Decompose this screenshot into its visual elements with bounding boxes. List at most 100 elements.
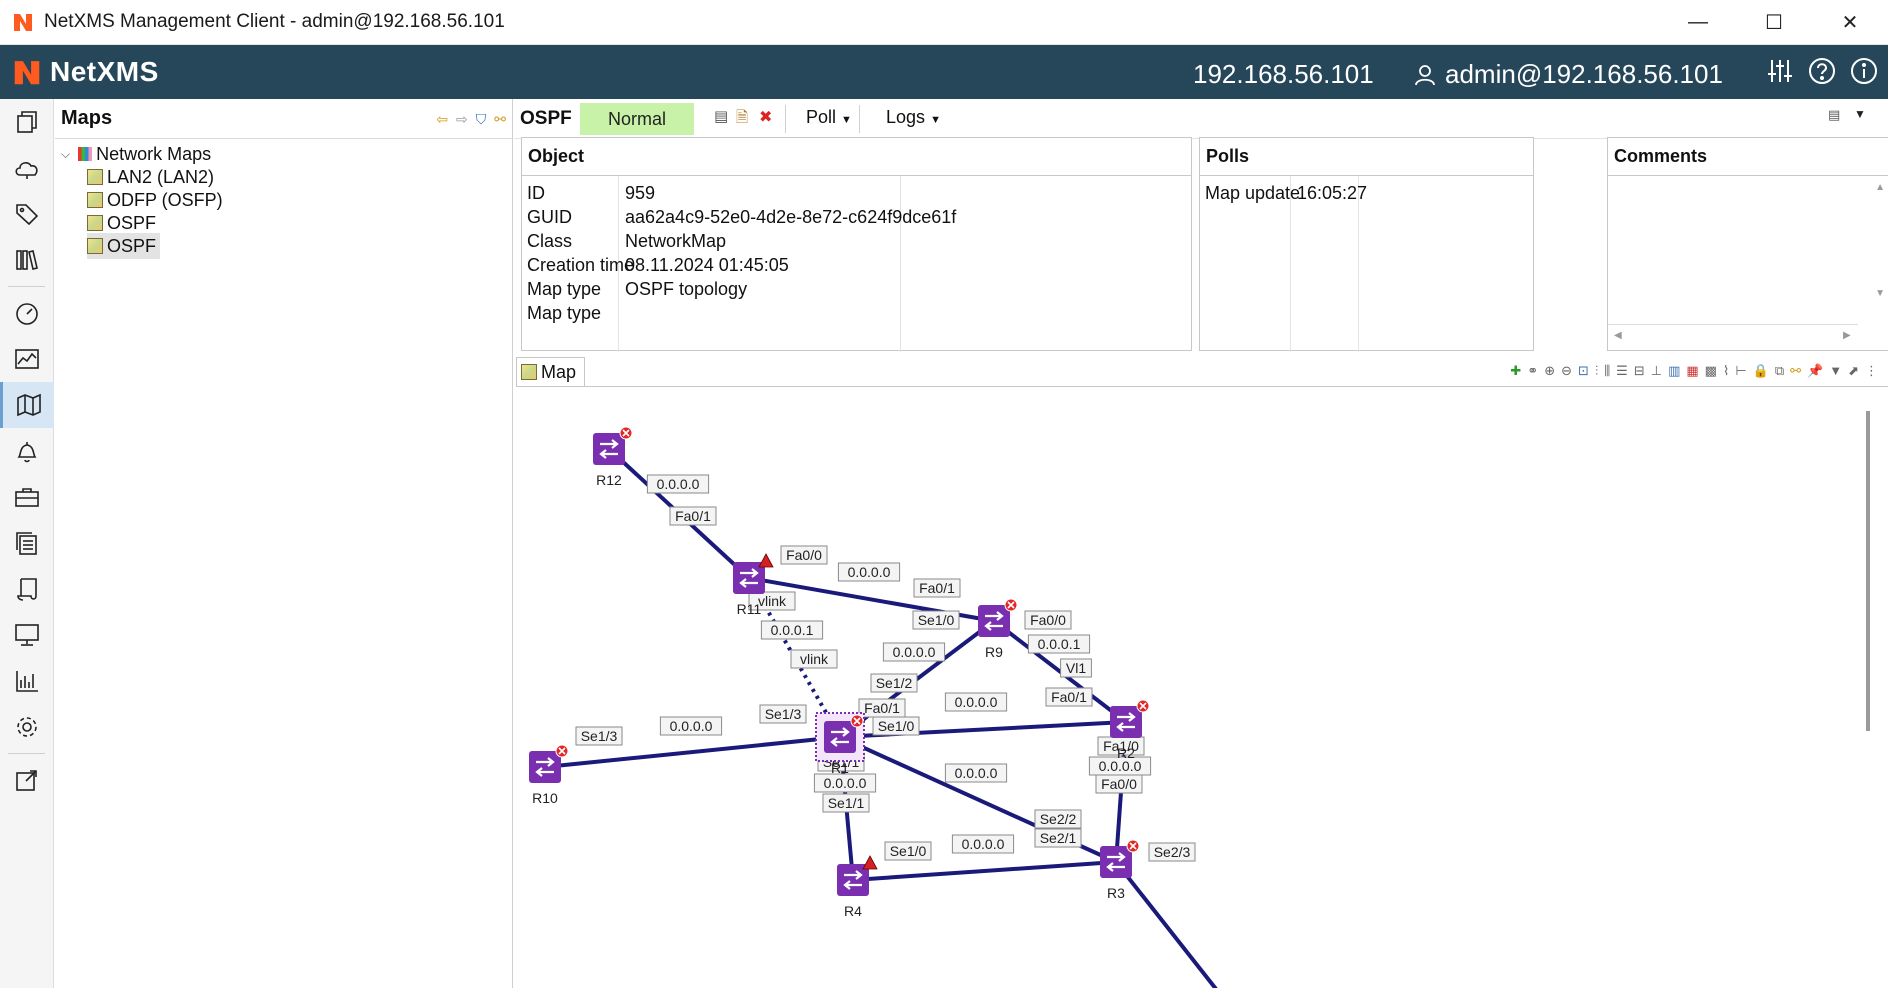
object-info-box: Object ID 959 GUID aa62a4c9-52e0-4d2e-8e… <box>521 137 1192 352</box>
link-label-text: 0.0.0.0 <box>657 476 700 492</box>
zoom-out-icon[interactable]: ⊖ <box>1561 363 1572 379</box>
map-node-r3[interactable]: R3 <box>1100 839 1140 901</box>
window-title: NetXMS Management Client - admin@192.168… <box>44 11 505 32</box>
rail-graphs[interactable] <box>0 336 54 382</box>
node-label: R1 <box>831 760 849 776</box>
filter-icon[interactable]: ⛉ <box>476 111 487 128</box>
view-menu-icon[interactable]: ▼ <box>1854 107 1866 121</box>
rail-maps[interactable] <box>0 382 54 428</box>
rail-cloud[interactable] <box>0 145 54 191</box>
map-node-r4[interactable]: R4 <box>837 855 878 919</box>
link-editor-icon[interactable]: ⚯ <box>494 111 506 128</box>
link-label: 0.0.0.0 <box>646 474 710 494</box>
link-label-text: Se1/3 <box>765 706 802 722</box>
link-objects-icon[interactable]: ⚭ <box>1527 363 1538 379</box>
minimize-button[interactable]: — <box>1660 0 1736 45</box>
view-layout-icon[interactable]: ▤ <box>1828 107 1840 123</box>
more-dropdown-icon[interactable]: ▼ <box>1829 363 1842 379</box>
map-node-r12[interactable]: R12 <box>593 426 633 488</box>
toolbox-icon <box>15 488 39 507</box>
map-node-r9[interactable]: R9 <box>978 598 1018 660</box>
rail-dashboards[interactable] <box>0 290 54 336</box>
close-button[interactable]: ✕ <box>1812 0 1888 45</box>
help-icon[interactable] <box>1808 57 1836 85</box>
map-canvas[interactable]: 0.0.0.0 Fa0/1 Fa0/0 0.0.0.0 Fa0/1 vlink 0.0.0.… <box>516 386 1888 988</box>
align-horizontal-icon[interactable]: ⫶ <box>1595 363 1598 379</box>
map-link-r3-offscreen[interactable] <box>1114 860 1218 988</box>
scroll-up-icon[interactable]: ▲ <box>1875 182 1885 193</box>
rail-alarms[interactable] <box>0 428 54 474</box>
map-vscrollbar[interactable] <box>1866 411 1870 731</box>
scroll-right-icon[interactable]: ▶ <box>1843 330 1851 341</box>
add-object-icon[interactable]: ✚ <box>1510 363 1521 379</box>
bend-icon[interactable]: ⊢ <box>1735 363 1746 379</box>
lock-icon[interactable]: 🔒 <box>1753 363 1769 379</box>
map-link-r4-r3[interactable] <box>852 860 1117 882</box>
object-details-area: OSPF Normal ▤ 🗎 ✖ Poll ▼ Logs ▼ ▤ ▼ Obje… <box>514 99 1888 988</box>
rail-reports[interactable] <box>0 658 54 704</box>
tree-item-selected[interactable]: OSPF <box>87 233 161 259</box>
route-icon[interactable]: ⌇ <box>1723 363 1729 379</box>
rail-monitor[interactable] <box>0 612 54 658</box>
rail-tags[interactable] <box>0 191 54 237</box>
logs-menu[interactable]: Logs ▼ <box>886 107 941 128</box>
more-menu-icon[interactable]: ⋮ <box>1865 363 1878 379</box>
layout-icon[interactable]: ▥ <box>1668 363 1680 379</box>
link-label-text: 0.0.0.0 <box>824 775 867 791</box>
rail-library[interactable] <box>0 237 54 283</box>
netxms-logo-icon <box>14 14 32 31</box>
dashboard-icon <box>16 303 38 325</box>
distribute-icon[interactable]: ☰ <box>1616 363 1628 379</box>
preferences-sliders-icon[interactable] <box>1766 57 1794 85</box>
scroll-down-icon[interactable]: ▼ <box>1875 288 1885 299</box>
forward-arrow-icon[interactable]: ⇨ <box>456 111 468 128</box>
link-label: 0.0.0.0 <box>813 773 877 793</box>
column-separator <box>900 176 901 352</box>
collapse-chevron-icon[interactable]: ⌵ <box>61 147 70 162</box>
perspective-rail <box>0 99 54 988</box>
window-controls: — ☐ ✕ <box>1660 0 1888 45</box>
object-value: NetworkMap <box>625 231 727 251</box>
link-editor-icon[interactable]: ⚯ <box>1790 363 1801 379</box>
open-external-icon[interactable]: ⬈ <box>1848 363 1859 379</box>
copy-icon[interactable]: ⧉ <box>1775 363 1784 379</box>
node-label: R10 <box>532 790 558 806</box>
rail-documents[interactable] <box>0 520 54 566</box>
link-label-text: vlink <box>758 593 787 609</box>
network-map-icon <box>87 169 103 185</box>
map-node-r10[interactable]: R10 <box>529 744 569 806</box>
link-label-text: Se1/0 <box>918 612 955 628</box>
align-middle-icon[interactable]: ⊟ <box>1634 363 1645 379</box>
comments-hscrollbar[interactable] <box>1608 324 1858 325</box>
maximize-button[interactable]: ☐ <box>1736 0 1812 45</box>
delete-icon[interactable]: ✖ <box>759 107 772 127</box>
node-label: R2 <box>1117 745 1135 761</box>
fit-to-screen-icon[interactable]: ⊡ <box>1578 363 1589 379</box>
snap-icon[interactable]: ▩ <box>1705 363 1717 379</box>
network-map-svg[interactable]: 0.0.0.0 Fa0/1 Fa0/0 0.0.0.0 Fa0/1 vlink 0.0.0.… <box>516 387 1888 988</box>
align-center-icon[interactable]: ⫼ <box>1604 363 1610 379</box>
info-icon[interactable] <box>1850 57 1878 85</box>
map-tab[interactable]: Map <box>516 357 586 387</box>
properties-icon[interactable]: 🗎 <box>736 107 748 132</box>
rail-tools[interactable] <box>0 474 54 520</box>
rail-objects[interactable] <box>0 99 54 145</box>
network-map-icon <box>521 364 537 380</box>
details-view-icon[interactable]: ▤ <box>714 107 728 125</box>
router-icon <box>824 721 856 753</box>
scroll-left-icon[interactable]: ◀ <box>1614 330 1622 341</box>
grid-icon[interactable]: ▦ <box>1686 363 1698 379</box>
rail-settings[interactable] <box>0 704 54 750</box>
user-account[interactable]: admin@192.168.56.101 <box>1413 59 1723 90</box>
poll-menu[interactable]: Poll ▼ <box>806 107 852 128</box>
pin-icon[interactable]: 📌 <box>1807 363 1823 379</box>
library-icon <box>16 250 38 270</box>
align-bottom-icon[interactable]: ⊥ <box>1651 363 1662 379</box>
object-value: 959 <box>625 183 656 203</box>
back-arrow-icon[interactable]: ⇦ <box>436 111 448 128</box>
zoom-in-icon[interactable]: ⊕ <box>1544 363 1555 379</box>
rail-export[interactable] <box>0 757 54 803</box>
rail-scripts[interactable] <box>0 566 54 612</box>
link-label: Fa0/1 <box>858 698 906 718</box>
object-key: Map type <box>527 303 602 323</box>
